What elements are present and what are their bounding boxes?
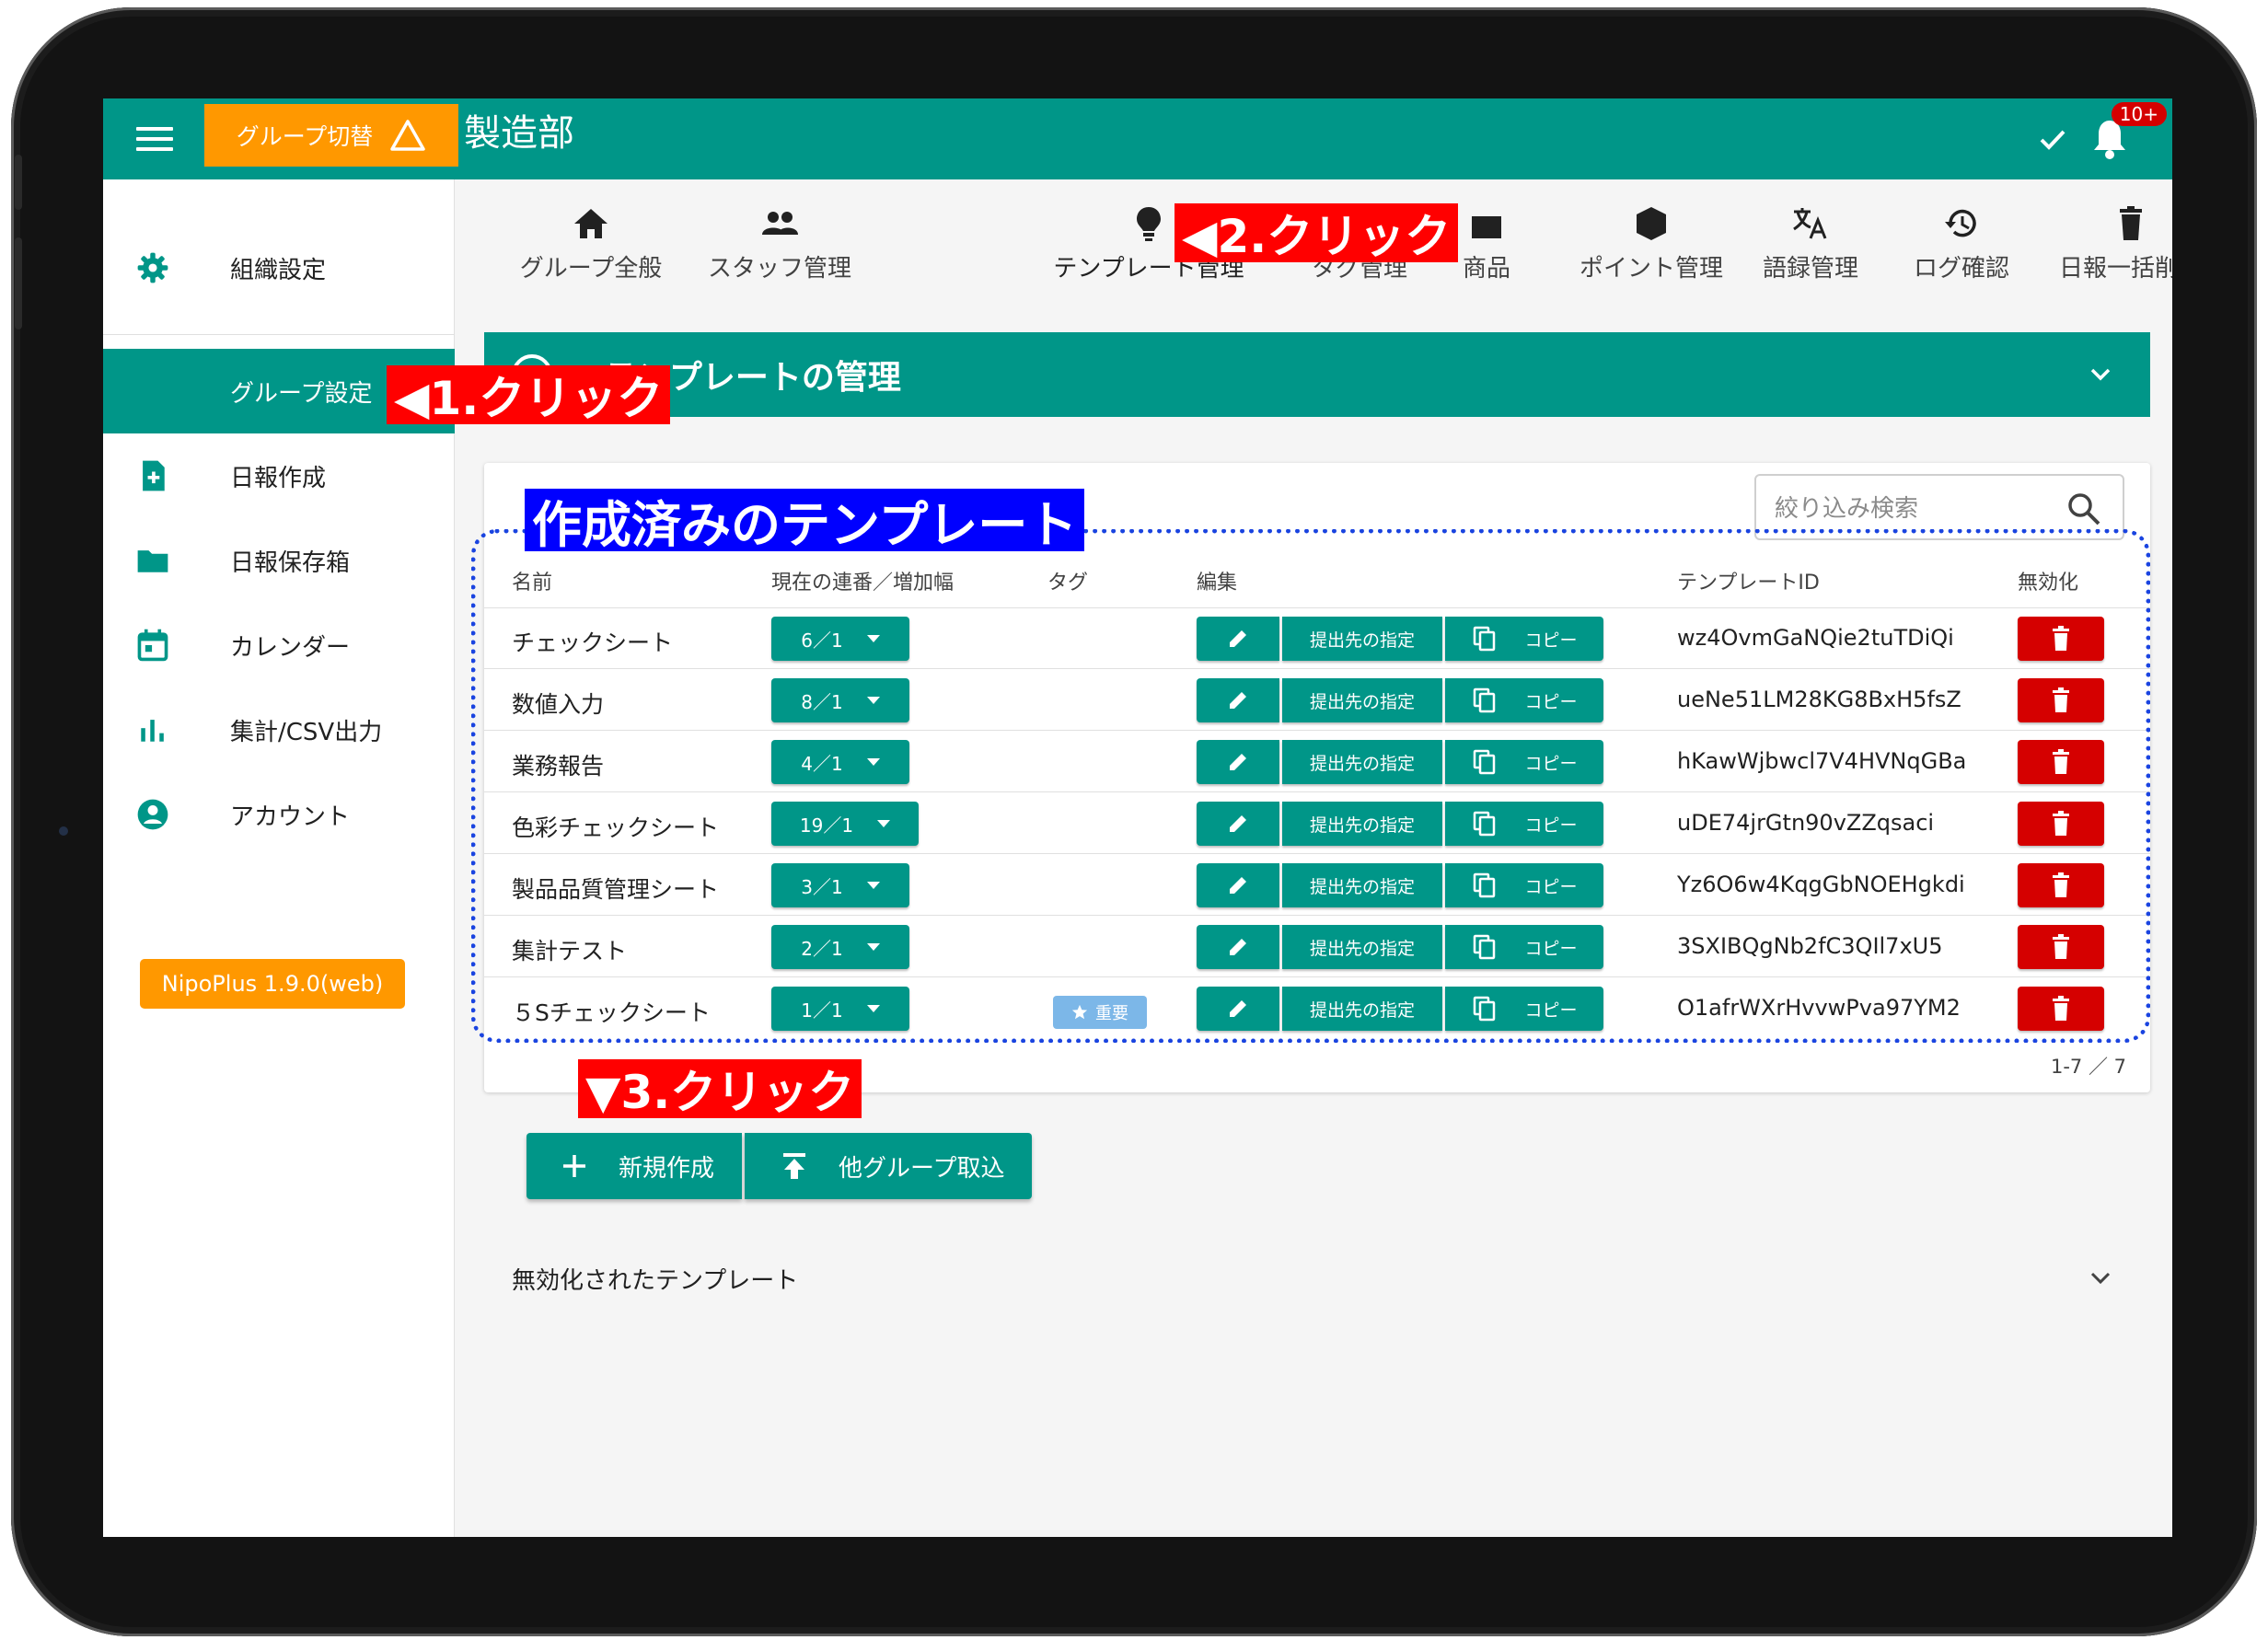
mute-switch <box>15 155 22 210</box>
sidebar-item-calendar[interactable]: カレンダー <box>103 603 455 687</box>
account-circle-icon <box>133 794 173 835</box>
template-management-header[interactable]: テンプレートの管理 <box>484 332 2150 417</box>
search-icon[interactable] <box>2066 491 2102 527</box>
gear-icon <box>133 248 173 288</box>
group-switch-label: グループ切替 <box>236 123 374 150</box>
sidebar-item-label: アカウント <box>230 803 351 831</box>
new-template-label: 新規作成 <box>619 1154 715 1183</box>
sidebar-item-label: 日報作成 <box>230 464 327 492</box>
people-icon <box>762 212 798 235</box>
version-badge: NipoPlus 1.9.0(web) <box>140 959 405 1009</box>
tab-logs[interactable]: ログ確認 <box>1904 203 2019 306</box>
chevron-down-icon[interactable] <box>2084 1262 2117 1295</box>
sidebar-item-create-report[interactable]: 日報作成 <box>103 433 455 518</box>
translate-icon <box>1793 208 1827 239</box>
created-templates-highlight <box>471 529 2150 1043</box>
chevron-down-icon[interactable] <box>2084 358 2117 391</box>
upload-icon <box>783 1153 805 1179</box>
tab-bulk-delete[interactable]: 日報一括削除 <box>2045 203 2172 306</box>
tab-label: ポイント管理 <box>1579 255 1723 283</box>
menu-icon[interactable] <box>136 121 173 157</box>
sidebar-item-label: 日報保存箱 <box>230 549 351 577</box>
trash-icon <box>2120 206 2142 240</box>
calendar-icon <box>133 625 173 665</box>
department-title: 製造部 <box>464 112 574 155</box>
sidebar-item-account[interactable]: アカウント <box>103 772 455 857</box>
annotation-step1: ◀1.クリック <box>387 365 671 425</box>
import-group-label: 他グループ取込 <box>839 1154 1005 1183</box>
tab-staff[interactable]: スタッフ管理 <box>701 203 858 306</box>
import-group-button[interactable]: 他グループ取込 <box>745 1133 1032 1199</box>
tab-glossary[interactable]: 語録管理 <box>1742 203 1880 306</box>
check-icon[interactable] <box>2034 121 2071 157</box>
shop-icon <box>1472 216 1501 238</box>
plus-icon <box>563 1155 585 1177</box>
sidebar-item-label: 集計/CSV出力 <box>230 718 383 746</box>
volume-button <box>15 237 22 329</box>
template-actions: 新規作成 他グループ取込 <box>526 1133 1032 1199</box>
tab-group-general[interactable]: グループ全般 <box>510 203 672 306</box>
annotation-step2: ◀2.クリック <box>1174 203 1459 263</box>
annotation-step3: ▼3.クリック <box>578 1059 862 1119</box>
sidebar-item-label: グループ設定 <box>230 379 373 408</box>
history-icon <box>1945 209 1976 237</box>
app-screen: グループ切替 製造部 10+ 組織設定 グループ設定 日報作成 日報保存箱 カレ… <box>103 98 2172 1537</box>
sidebar-item-label: カレンダー <box>230 633 351 662</box>
top-app-bar: グループ切替 製造部 10+ <box>103 98 2172 179</box>
tab-label: グループ全般 <box>519 255 663 283</box>
annotation-created-templates: 作成済みのテンプレート <box>525 489 1085 554</box>
group-switch-button[interactable]: グループ切替 <box>204 104 458 167</box>
home-icon <box>574 209 608 238</box>
notification-badge: 10+ <box>2111 102 2167 126</box>
pagination-info: 1-7 ／ 7 <box>2050 1056 2126 1078</box>
bar-chart-icon <box>133 710 173 750</box>
folder-icon <box>133 540 173 581</box>
new-template-button[interactable]: 新規作成 <box>526 1133 742 1199</box>
sidebar-item-label: 組織設定 <box>230 256 327 284</box>
disabled-templates-panel[interactable]: 無効化されたテンプレート <box>484 1234 2150 1319</box>
sidebar-item-csv-export[interactable]: 集計/CSV出力 <box>103 687 455 772</box>
triangle-icon <box>390 120 425 151</box>
disabled-templates-title: 無効化されたテンプレート <box>512 1267 799 1295</box>
front-camera <box>59 826 68 836</box>
file-plus-icon <box>133 456 173 496</box>
tab-label: 商品 <box>1462 255 1510 283</box>
sidebar-divider <box>103 334 455 335</box>
tab-points[interactable]: ポイント管理 <box>1532 203 1771 306</box>
sidebar-item-report-box[interactable]: 日報保存箱 <box>103 518 455 603</box>
cube-icon <box>1637 207 1666 240</box>
tab-label: スタッフ管理 <box>707 255 851 283</box>
tab-label: 日報一括削除 <box>2058 255 2172 283</box>
tab-label: ログ確認 <box>1913 255 2009 283</box>
lightbulb-icon <box>1137 207 1161 241</box>
search-input[interactable] <box>1775 489 2051 529</box>
tab-label: 語録管理 <box>1762 255 1858 283</box>
sidebar-item-organization[interactable]: 組織設定 <box>103 225 455 310</box>
